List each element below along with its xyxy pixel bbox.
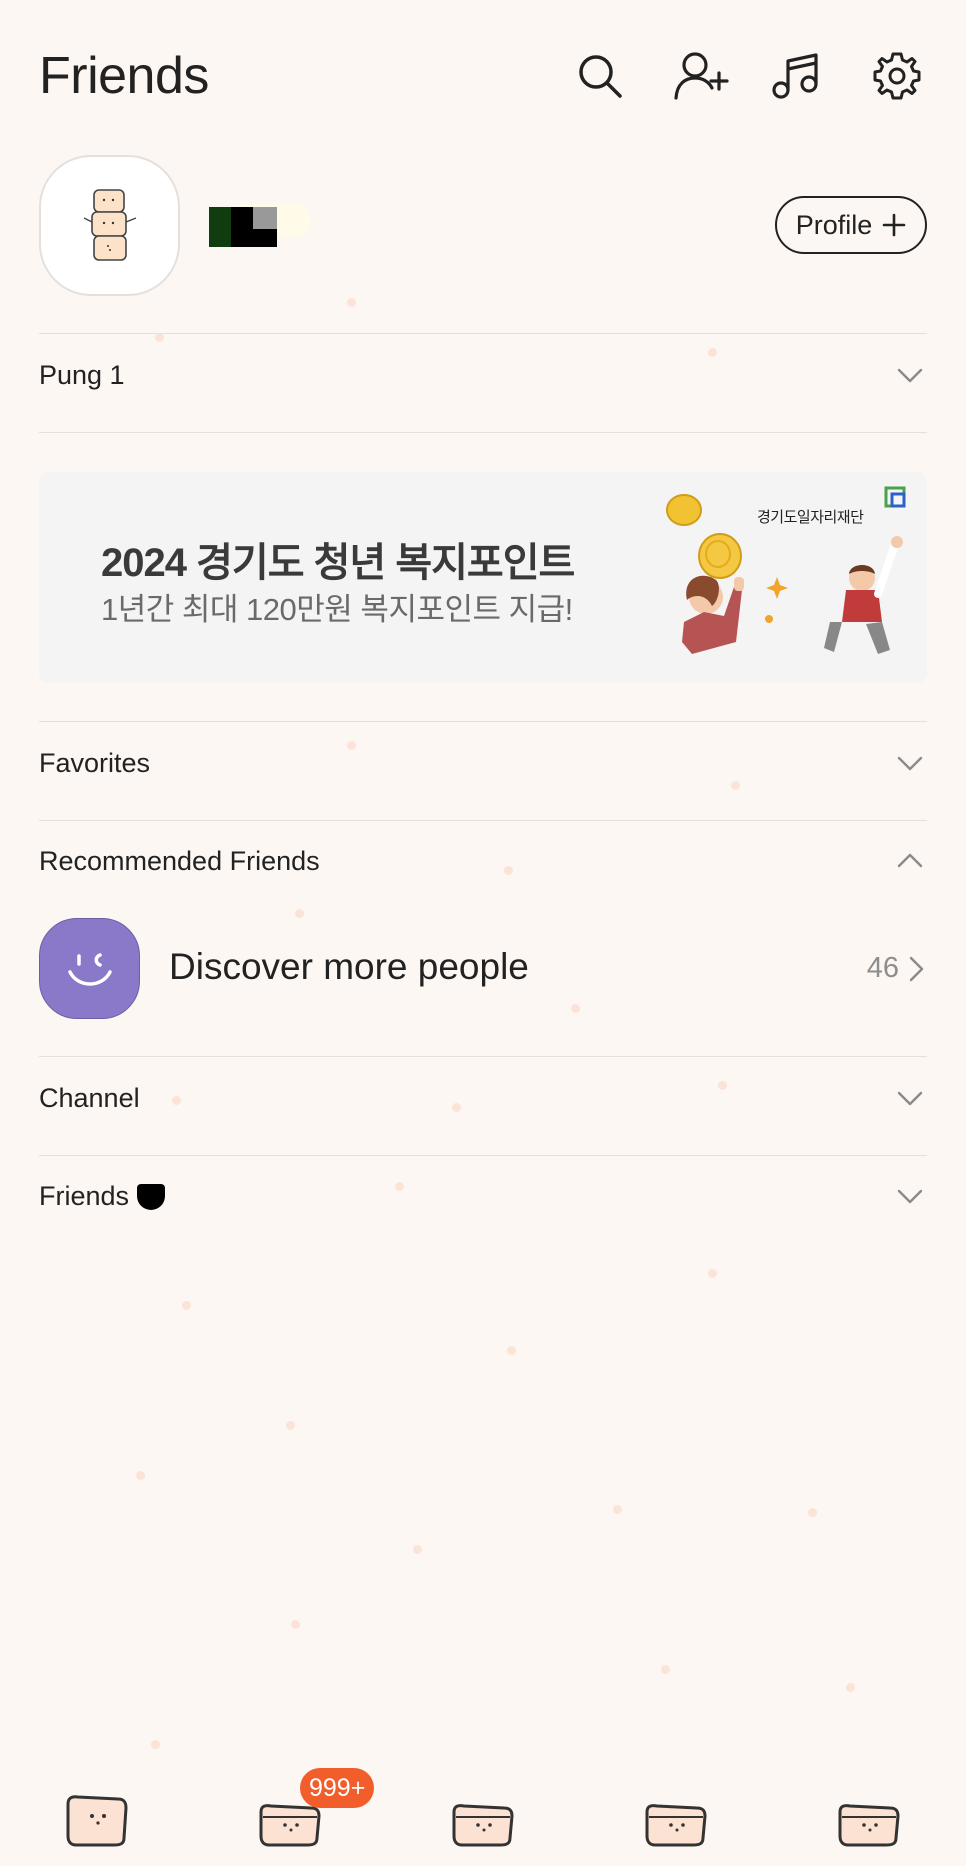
smiley-face-icon [67,952,112,986]
plus-icon [882,213,906,237]
settings-icon [873,52,921,100]
discover-title: Discover more people [169,946,529,987]
page-title: Friends [39,47,209,105]
unread-badge: 999+ [300,1768,375,1808]
banner-title: 2024 경기도 청년 복지포인트 [101,541,575,585]
avatar[interactable] [39,155,180,296]
add-friend-button[interactable] [671,46,731,106]
divider [39,721,927,722]
search-icon [579,55,622,98]
discover-people-row[interactable]: Discover more people 46 [39,918,927,1020]
divider [39,1155,927,1156]
settings-button[interactable] [867,46,927,106]
tab-more[interactable] [834,1790,904,1850]
chevron-down-icon [897,1091,923,1106]
section-pung[interactable]: Pung 1 [39,346,927,406]
friends-screen: Friends Profile Pung 1 2024 경기도 청년 복지포인트… [0,0,966,1866]
section-friends[interactable]: Friends [39,1167,927,1227]
section-pung-label: Pung 1 [39,360,125,390]
chevron-down-icon [897,1189,923,1204]
profile-name-redacted [209,203,311,247]
section-friends-label-wrap: Friends [39,1181,166,1212]
section-recommended[interactable]: Recommended Friends [39,832,927,892]
divider [39,333,927,334]
edit-profile-button[interactable]: Profile [775,196,927,254]
chevron-down-icon [897,368,923,383]
profile-button-label: Profile [795,209,873,240]
divider [39,432,927,433]
add-friend-icon [674,52,729,100]
banner-org-name: 경기도일자리재단 [757,509,864,526]
tab-shopping[interactable] [641,1790,711,1850]
section-channel-label: Channel [39,1083,140,1113]
chevron-up-icon [897,853,923,868]
friends-count-redacted [137,1183,166,1210]
bottom-tab-bar [0,1780,966,1866]
tab-openchat[interactable] [448,1790,518,1850]
my-profile-row[interactable]: Profile [39,155,927,297]
section-recommended-label: Recommended Friends [39,846,320,876]
section-channel[interactable]: Channel [39,1069,927,1129]
chevron-down-icon [897,756,923,771]
app-header: Friends [39,40,927,112]
banner-subtitle: 1년간 최대 120만원 복지포인트 지급! [101,592,573,627]
section-favorites[interactable]: Favorites [39,734,927,794]
divider [39,1056,927,1057]
chevron-right-icon [909,956,924,982]
marshmallow-avatar-icon [83,188,136,261]
discover-avatar [39,918,140,1019]
promo-banner[interactable]: 2024 경기도 청년 복지포인트 1년간 최대 120만원 복지포인트 지급! [39,472,927,683]
music-icon [772,53,818,99]
music-button[interactable] [766,46,826,106]
section-favorites-label: Favorites [39,748,151,778]
search-button[interactable] [570,46,630,106]
tab-friends[interactable] [62,1790,132,1850]
section-friends-label: Friends [39,1181,130,1211]
divider [39,820,927,821]
discover-count: 46 [866,952,899,984]
